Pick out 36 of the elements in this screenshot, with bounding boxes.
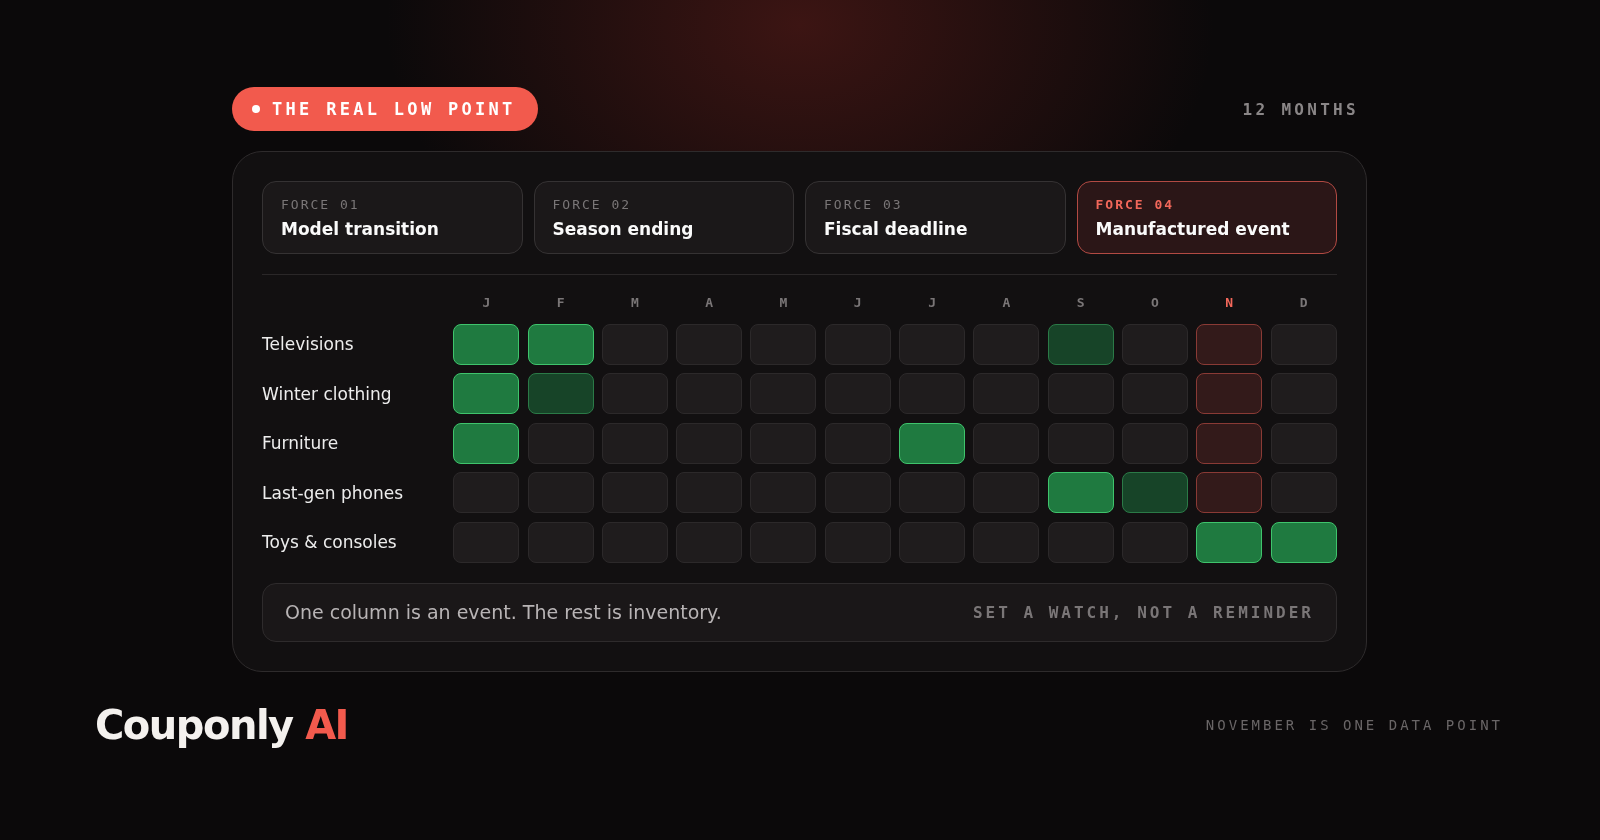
force-title: Manufactured event [1095,219,1291,239]
category-label: Toys & consoles [262,532,398,553]
tagline: SET A WATCH, NOT A REMINDER [972,602,1314,622]
month-label: S [1075,294,1086,312]
month-label: A [704,294,715,312]
force-card[interactable]: FORCE 01 Model transition [262,181,523,254]
month-label: O [1150,294,1160,312]
month-label: A [1001,294,1012,312]
force-card[interactable]: FORCE 02 Season ending [533,181,794,254]
badge-label: THE REAL LOW POINT [272,99,516,119]
note-text: One column is an event. The rest is inventory. [285,601,722,624]
month-label: D [1298,294,1309,312]
force-card[interactable]: FORCE 03 Fiscal deadline [805,181,1066,254]
category-label: Last-gen phones [262,482,405,503]
month-label: J [481,294,492,312]
force-number: FORCE 03 [824,197,904,212]
force-number: FORCE 02 [552,197,633,212]
dot-icon [252,105,260,113]
category-label: Televisions [262,334,355,355]
force-title: Season ending [552,219,695,239]
force-title: Model transition [281,219,440,239]
month-label: F [555,294,566,312]
category-label: Furniture [262,433,340,454]
month-label: M [629,294,640,312]
force-card[interactable]: FORCE 04 Manufactured event [1076,181,1337,254]
month-label: M [778,294,789,312]
month-label: N [1224,294,1235,312]
month-label: J [927,294,937,312]
month-label: J [852,294,863,312]
brand-logo: Couponly AI [95,701,348,748]
force-number: FORCE 01 [281,197,361,212]
caption: NOVEMBER IS ONE DATA POINT [1205,716,1503,733]
force-number: FORCE 04 [1095,197,1176,212]
force-title: Fiscal deadline [824,219,969,239]
category-label: Winter clothing [262,383,393,404]
period-label: 12 MONTHS [1242,99,1359,119]
